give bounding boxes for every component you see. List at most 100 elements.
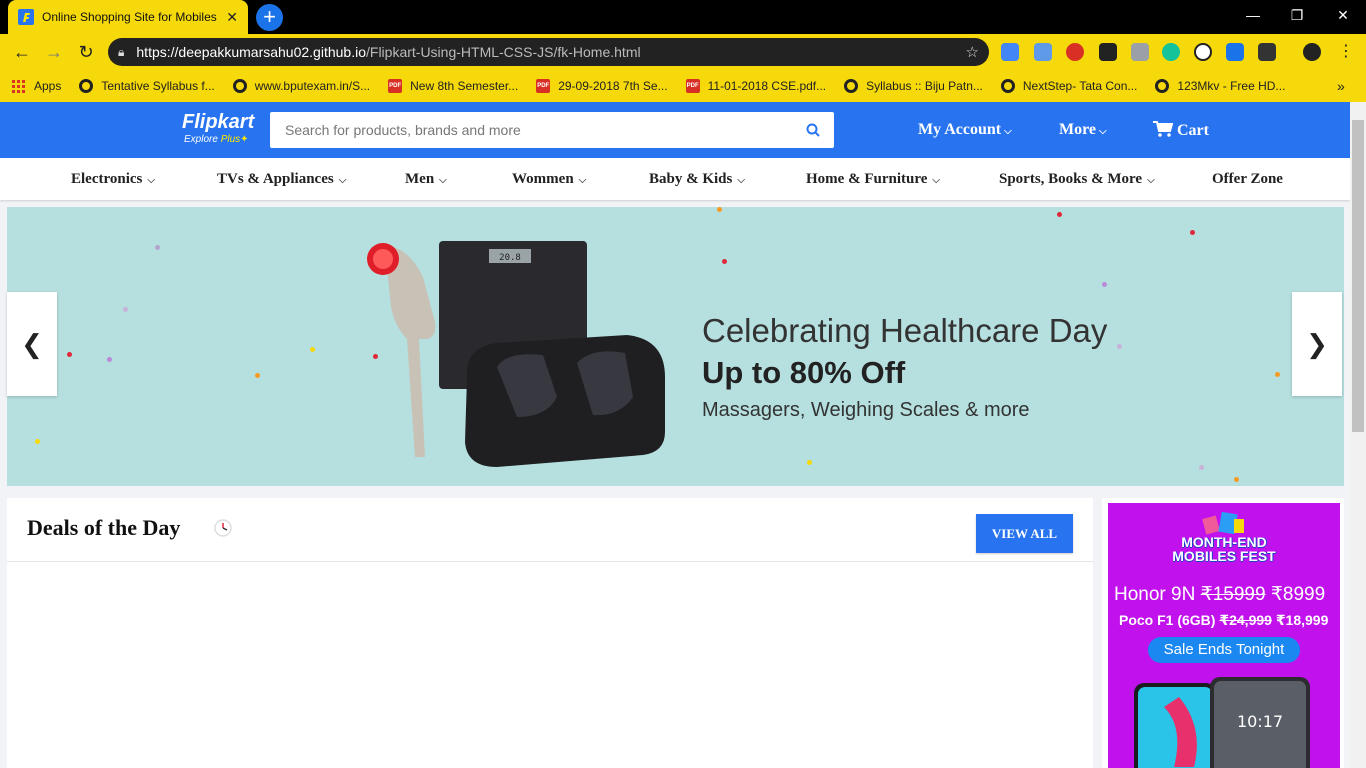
restore-icon[interactable]: ❐ [1274,0,1320,30]
bookmark-item[interactable]: PDF 29-09-2018 7th Se... [536,79,668,93]
category-men[interactable]: Men ⌵ [405,171,447,188]
category-home-furniture[interactable]: Home & Furniture ⌵ [806,171,940,188]
carousel-next-button[interactable]: ❯ [1292,292,1342,396]
pdf-icon: PDF [536,79,551,93]
hero-banner[interactable]: 20.8 Celebrating Healthcare Day Up to 80… [7,207,1344,486]
flipkart-favicon-icon [18,9,34,25]
bookmark-label: Syllabus :: Biju Patn... [866,79,983,93]
grammarly-extension-icon[interactable] [1162,43,1180,61]
bookmark-item[interactable]: 123Mkv - Free HD... [1155,79,1285,93]
chevron-down-icon: ⌵ [439,175,447,186]
tab-title: Online Shopping Site for Mobiles [42,10,217,24]
bookmark-item[interactable]: Syllabus :: Biju Patn... [844,79,983,93]
url-text: https://deepakkumarsahu02.github.io/Flip… [136,44,641,60]
banner-offer: Up to 80% Off [702,355,906,390]
category-offer-zone[interactable]: Offer Zone [1212,171,1283,188]
bookmark-item[interactable]: Tentative Syllabus f... [79,79,215,93]
view-all-button[interactable]: VIEW ALL [976,514,1073,553]
search-icon[interactable] [806,123,820,137]
shield-extension-icon[interactable] [1131,43,1149,61]
bookmarks-overflow-icon[interactable]: » [1337,78,1345,94]
bookmark-item[interactable]: PDF New 8th Semester... [388,79,518,93]
pdf-icon: PDF [388,79,403,93]
bookmark-label: 11-01-2018 CSE.pdf... [707,79,827,93]
bookmark-item[interactable]: PDF 11-01-2018 CSE.pdf... [685,79,827,93]
minimize-icon[interactable]: — [1230,0,1276,30]
package-extension-icon[interactable] [1258,43,1276,61]
adblock-extension-icon[interactable] [1066,43,1084,61]
category-women[interactable]: Wommen ⌵ [512,171,586,188]
bookmark-item[interactable]: NextStep- Tata Con... [1000,79,1137,93]
back-icon[interactable]: ← [8,38,36,66]
banner-title: Celebrating Healthcare Day [702,312,1108,349]
confetti-dot [67,352,72,357]
honor-9n-offer: Honor 9N ₹15999 ₹8999 [1114,584,1326,605]
extension-icon[interactable] [1099,43,1117,61]
my-account-menu[interactable]: My Account ⌵ [918,121,1012,139]
menu-kebab-icon[interactable]: ⋮ [1332,38,1360,66]
fest-title: MONTH-END MOBILES FEST [1172,534,1276,564]
lock-icon: 🔒︎ [118,44,125,59]
chevron-down-icon: ⌵ [1099,126,1107,137]
globe-icon [1000,79,1015,93]
bookmark-label: 123Mkv - Free HD... [1177,79,1286,93]
cart-button[interactable]: Cart [1153,121,1209,140]
address-bar[interactable]: 🔒︎ https://deepakkumarsahu02.github.io/F… [108,38,989,66]
globe-icon [1155,79,1170,93]
download-extension-icon[interactable] [1226,43,1244,61]
confetti-dot [107,357,112,362]
carousel-prev-button[interactable]: ❮ [7,292,57,396]
browser-toolbar: ← → ↻ 🔒︎ https://deepakkumarsahu02.githu… [0,34,1366,70]
bookmark-label: Tentative Syllabus f... [101,79,215,93]
side-ad-banner[interactable]: MONTH-END MOBILES FEST Honor 9N ₹15999 ₹8… [1102,498,1344,768]
bookmark-label: Apps [34,79,62,93]
new-tab-button[interactable]: + [256,4,283,31]
chevron-down-icon: ⌵ [147,175,155,186]
confetti-dot [1057,212,1062,217]
poco-f1-offer: Poco F1 (6GB) ₹24,999 ₹18,999 [1119,612,1329,628]
chevron-down-icon: ⌵ [932,175,940,186]
category-tvs-appliances[interactable]: TVs & Appliances ⌵ [217,171,346,188]
confetti-dot [1275,372,1280,377]
category-baby-kids[interactable]: Baby & Kids ⌵ [649,171,745,188]
bookmark-item[interactable]: www.bputexam.in/S... [232,79,371,93]
logo-tagline: Explore Plus✦ [184,134,249,145]
confetti-dot [1199,465,1204,470]
svg-text:20.8: 20.8 [499,253,521,263]
handheld-massager-image [385,246,436,457]
cart-icon [1153,121,1174,137]
deals-of-the-day-section: Deals of the Day VIEW ALL [7,498,1093,768]
close-window-icon[interactable]: ✕ [1320,0,1366,30]
page-scrollbar[interactable] [1350,102,1366,768]
category-nav: Electronics ⌵ TVs & Appliances ⌵ Men ⌵ Womm… [0,158,1350,200]
screenshot-extension-icon[interactable] [1034,43,1052,61]
confetti-dot [807,460,812,465]
reload-icon[interactable]: ↻ [72,38,100,66]
bookmark-star-icon[interactable]: ☆ [966,43,979,61]
chevron-down-icon: ⌵ [1147,175,1155,186]
profile-avatar-icon[interactable] [1303,43,1321,61]
more-menu[interactable]: More ⌵ [1059,121,1107,139]
bookmark-apps[interactable]: Apps [12,79,61,93]
category-electronics[interactable]: Electronics ⌵ [71,171,155,188]
browser-tab-active[interactable]: Online Shopping Site for Mobiles ✕ [8,0,248,34]
gift-confetti-icon [1202,511,1244,535]
confetti-dot [35,439,40,444]
apps-grid-icon [12,79,25,93]
forward-icon[interactable]: → [40,38,68,66]
chevron-down-icon: ⌵ [1004,126,1012,137]
tab-close-icon[interactable]: ✕ [226,9,238,26]
confetti-dot [1234,477,1239,482]
healthcare-products-illustration: 20.8 [367,241,665,467]
bookmark-label: www.bputexam.in/S... [254,79,371,93]
page-viewport: Flipkart Explore Plus✦ Search for produc… [0,102,1350,768]
category-sports-books[interactable]: Sports, Books & More ⌵ [999,171,1155,188]
chevron-down-icon: ⌵ [338,175,347,186]
translate-extension-icon[interactable] [1001,43,1019,61]
confetti-dot [1117,344,1122,349]
block-extension-icon[interactable] [1194,43,1212,61]
flipkart-logo[interactable]: Flipkart Explore Plus✦ [182,111,262,145]
search-input[interactable]: Search for products, brands and more [270,112,834,148]
scrollbar-thumb[interactable] [1352,120,1364,432]
mobiles-fest-ad: MONTH-END MOBILES FEST Honor 9N ₹15999 ₹8… [1108,503,1340,768]
